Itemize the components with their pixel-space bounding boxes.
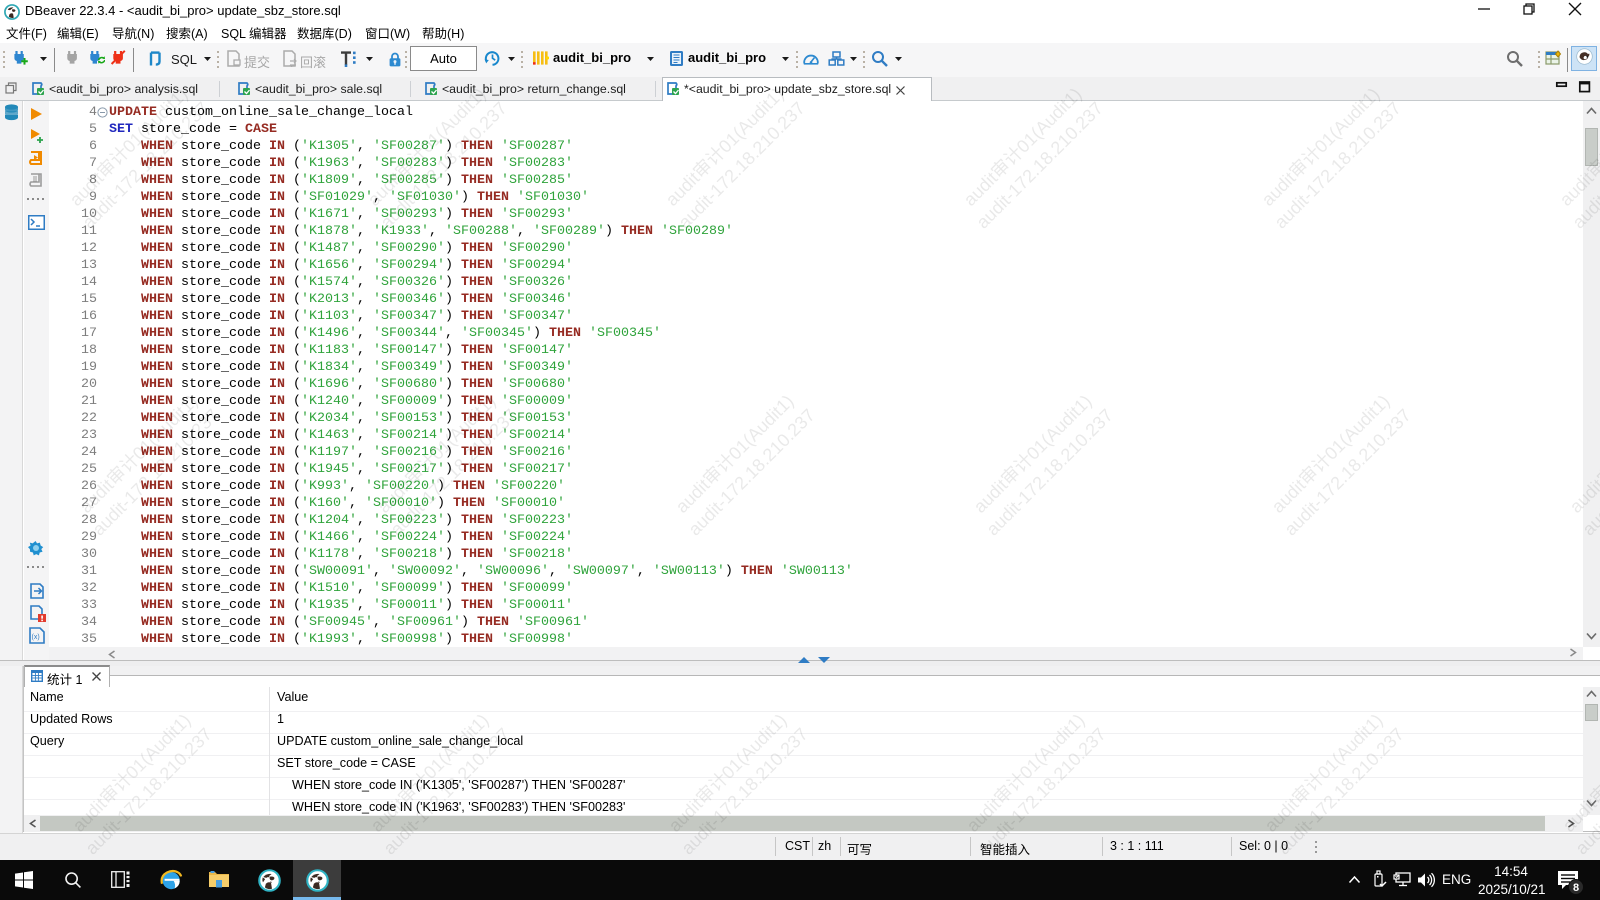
svg-text:8: 8 [1573,882,1579,894]
svg-text:(x): (x) [32,634,40,641]
